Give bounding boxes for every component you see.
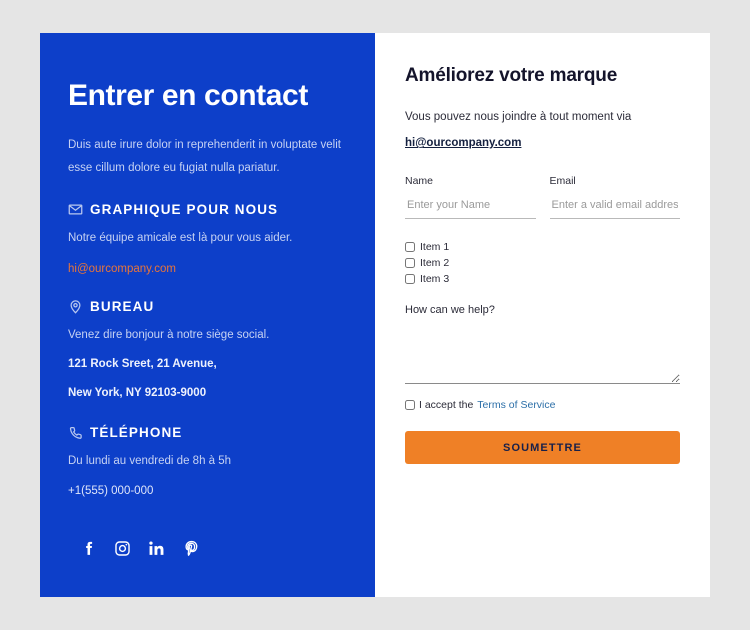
section-title: TÉLÉPHONE xyxy=(90,424,183,440)
terms-of-service-link[interactable]: Terms of Service xyxy=(477,399,555,411)
form-title: Améliorez votre marque xyxy=(405,65,618,86)
item-2-label: Item 2 xyxy=(420,257,450,270)
section-description: Venez dire bonjour à notre siège social. xyxy=(68,329,270,342)
item-1-label: Item 1 xyxy=(420,241,450,254)
checkbox-item-2[interactable]: Item 2 xyxy=(405,257,680,269)
location-pin-icon xyxy=(68,299,83,314)
contact-info-panel: Entrer en contact Duis aute irure dolor … xyxy=(40,33,375,597)
submit-button[interactable]: SOUMETTRE xyxy=(405,431,680,465)
email-link[interactable]: hi@ourcompany.com xyxy=(68,263,176,275)
address-line-2: New York, NY 92103-9000 xyxy=(68,386,207,399)
item-1-checkbox[interactable] xyxy=(405,242,415,253)
section-description: Du lundi au vendredi de 8h à 5h xyxy=(68,454,232,467)
name-input[interactable] xyxy=(405,197,536,220)
item-3-label: Item 3 xyxy=(420,273,450,286)
section-header: GRAPHIQUE POUR NOUS xyxy=(68,202,347,217)
message-label: How can we help? xyxy=(405,304,495,317)
instagram-icon[interactable] xyxy=(114,540,131,557)
section-title: GRAPHIQUE POUR NOUS xyxy=(90,202,279,218)
phone-icon xyxy=(68,425,83,440)
name-email-row: Name Email xyxy=(405,175,680,220)
checkbox-item-1[interactable]: Item 1 xyxy=(405,241,680,253)
email-input[interactable] xyxy=(549,197,680,220)
address-line-1: 121 Rock Sreet, 21 Avenue, xyxy=(68,358,217,371)
page-title: Entrer en contact xyxy=(68,79,308,112)
section-description: Notre équipe amicale est là pour vous ai… xyxy=(68,232,293,245)
contact-form-panel: Améliorez votre marque Vous pouvez nous … xyxy=(375,33,710,597)
form-subtitle: Vous pouvez nous joindre à tout moment v… xyxy=(405,111,632,123)
intro-text: Duis aute irure dolor in reprehenderit i… xyxy=(68,139,341,175)
section-title: BUREAU xyxy=(90,299,155,315)
contact-section-email: GRAPHIQUE POUR NOUS Notre équipe amicale… xyxy=(68,202,347,277)
accept-terms-text: I accept the xyxy=(419,399,474,412)
form-email-link[interactable]: hi@ourcompany.com xyxy=(405,137,521,149)
pinterest-icon[interactable] xyxy=(182,540,199,557)
item-checkbox-group: Item 1 Item 2 Item 3 xyxy=(405,241,680,285)
name-label: Name xyxy=(405,175,434,188)
email-field-group: Email xyxy=(549,175,680,220)
envelope-icon xyxy=(68,202,83,217)
item-3-checkbox[interactable] xyxy=(405,274,415,285)
section-header: BUREAU xyxy=(68,299,347,314)
checkbox-item-3[interactable]: Item 3 xyxy=(405,273,680,285)
phone-link[interactable]: +1(555) 000-000 xyxy=(68,485,153,497)
message-textarea[interactable] xyxy=(405,322,680,385)
contact-section-phone: TÉLÉPHONE Du lundi au vendredi de 8h à 5… xyxy=(68,425,347,500)
accept-terms-row[interactable]: I accept the Terms of Service xyxy=(405,399,680,411)
section-header: TÉLÉPHONE xyxy=(68,425,347,440)
social-links xyxy=(80,540,199,557)
contact-section-office: BUREAU Venez dire bonjour à notre siège … xyxy=(68,299,347,402)
item-2-checkbox[interactable] xyxy=(405,258,415,269)
email-label: Email xyxy=(549,175,576,188)
name-field-group: Name xyxy=(405,175,536,220)
contact-card: Entrer en contact Duis aute irure dolor … xyxy=(40,33,710,597)
facebook-icon[interactable] xyxy=(80,540,97,557)
accept-terms-checkbox[interactable] xyxy=(405,400,415,411)
linkedin-icon[interactable] xyxy=(148,540,165,557)
